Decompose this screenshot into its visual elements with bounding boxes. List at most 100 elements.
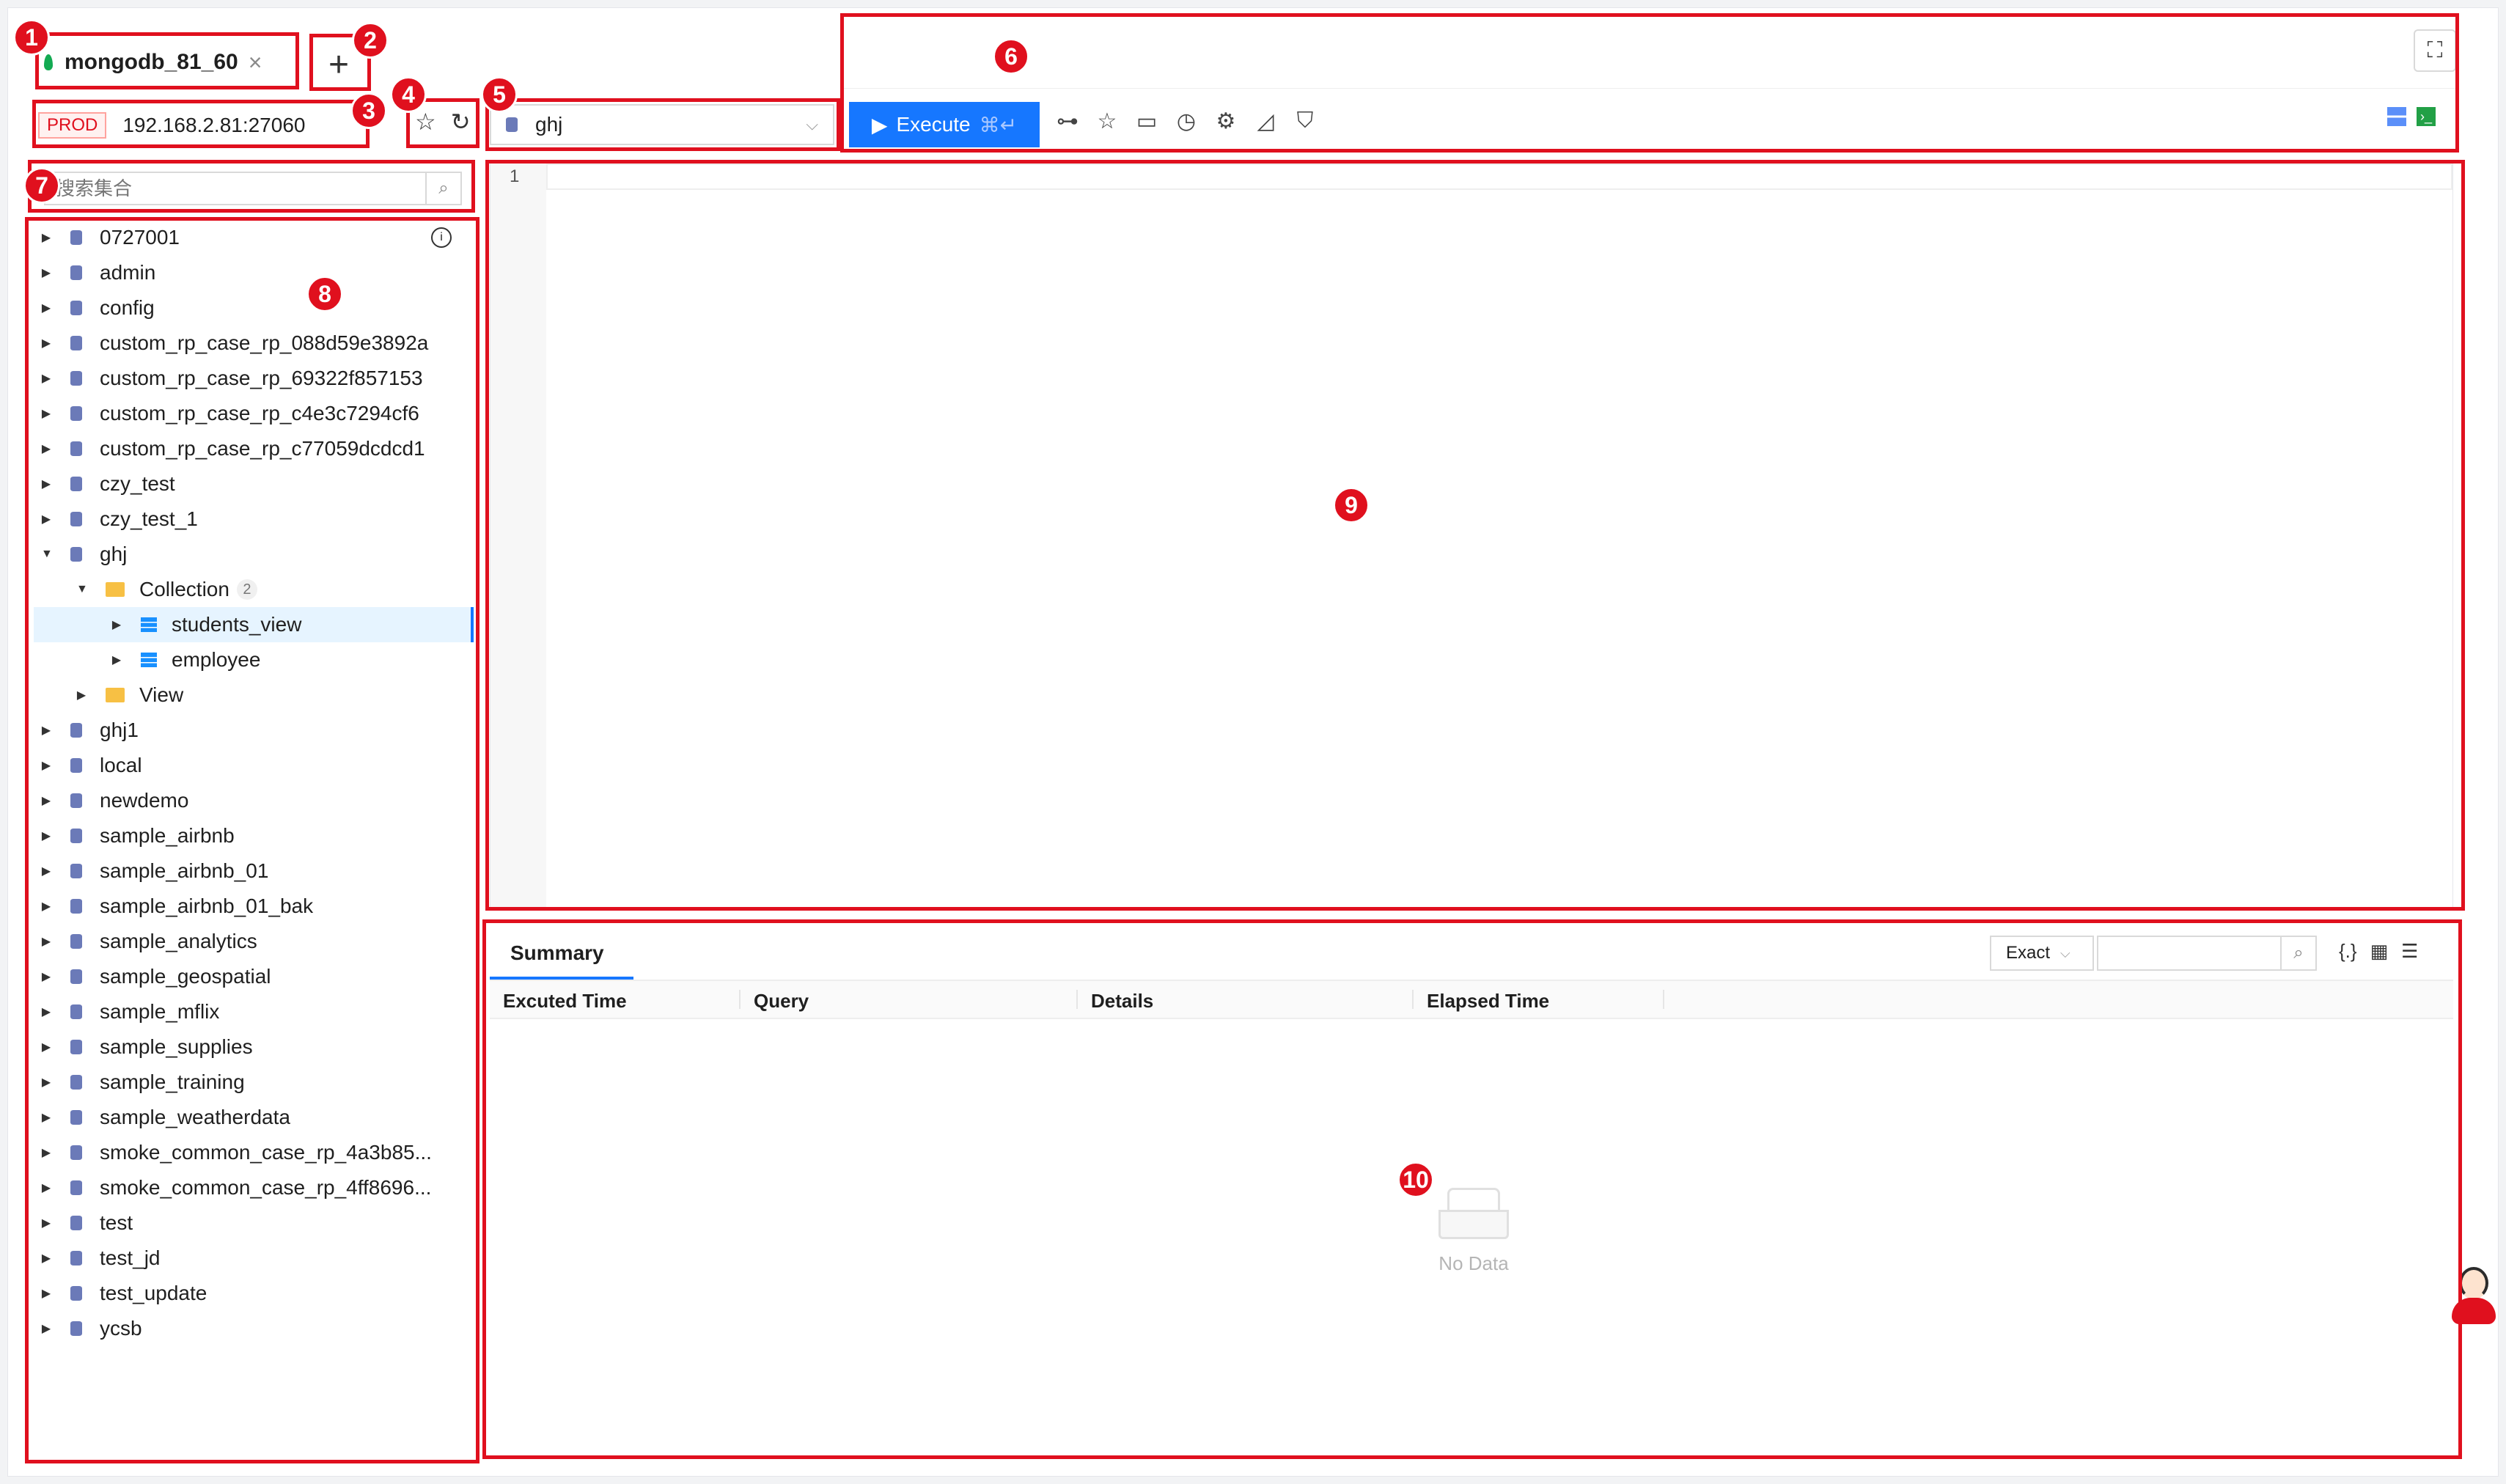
caret-right-icon[interactable]: ▶ <box>41 441 51 456</box>
tree-item[interactable]: ▶ czy_test <box>34 466 474 502</box>
info-icon[interactable]: i <box>431 227 452 248</box>
tree-item[interactable]: ▶ custom_rp_case_rp_69322f857153 <box>34 361 474 396</box>
connection-tab[interactable]: mongodb_81_60 × <box>44 40 262 84</box>
caret-down-icon[interactable]: ▼ <box>76 583 88 596</box>
tree-item[interactable]: ▶ test_jd <box>34 1241 474 1276</box>
tree-item[interactable]: ▶ ghj1 <box>34 713 474 748</box>
list-view-icon[interactable]: ☰ <box>2401 940 2418 963</box>
col-executed-time[interactable]: Excuted Time <box>503 990 627 1013</box>
caret-right-icon[interactable]: ▶ <box>41 1180 51 1195</box>
caret-right-icon[interactable]: ▶ <box>41 829 51 843</box>
caret-right-icon[interactable]: ▶ <box>41 230 51 245</box>
tree-item[interactable]: ▶ custom_rp_case_rp_c4e3c7294cf6 <box>34 396 474 431</box>
tree-item[interactable]: ▶ sample_airbnb_01_bak <box>34 889 474 924</box>
tree-item[interactable]: ▶ 0727001 i <box>34 220 474 255</box>
caret-right-icon[interactable]: ▶ <box>111 653 122 667</box>
tree-item[interactable]: ▶ smoke_common_case_rp_4a3b85... <box>34 1135 474 1170</box>
settings-icon[interactable]: ⚙ <box>1214 109 1238 134</box>
col-elapsed-time[interactable]: Elapsed Time <box>1427 990 1549 1013</box>
fullscreen-button[interactable]: ⛶ <box>2414 29 2456 72</box>
tree-item[interactable]: ▶ sample_airbnb <box>34 818 474 853</box>
table-view-icon[interactable] <box>2387 107 2406 126</box>
tree-item[interactable]: ▶ ycsb <box>34 1311 474 1346</box>
caret-down-icon[interactable]: ▼ <box>41 548 53 561</box>
tree-item[interactable]: ▶ sample_training <box>34 1065 474 1100</box>
chart-icon[interactable]: ◿ <box>1254 109 1277 134</box>
env-tag: PROD <box>38 112 107 139</box>
collection-search-input[interactable] <box>45 176 425 201</box>
database-select[interactable]: ghj ⌵ <box>490 104 834 145</box>
json-view-icon[interactable]: {.} <box>2339 940 2357 963</box>
terminal-icon[interactable]: ›_ <box>2417 107 2436 126</box>
tree-item[interactable]: ▶ test_update <box>34 1276 474 1311</box>
tree-item[interactable]: ▶ sample_geospatial <box>34 959 474 994</box>
tree-item[interactable]: ▶ local <box>34 748 474 783</box>
caret-right-icon[interactable]: ▶ <box>76 688 87 702</box>
caret-right-icon[interactable]: ▶ <box>41 1251 51 1266</box>
close-icon[interactable]: × <box>249 49 262 76</box>
tree-item[interactable]: ▶ czy_test_1 <box>34 502 474 537</box>
caret-right-icon[interactable]: ▶ <box>41 1004 51 1019</box>
caret-right-icon[interactable]: ▶ <box>41 1075 51 1090</box>
caret-right-icon[interactable]: ▶ <box>41 477 51 491</box>
tree-item[interactable]: ▼ Collection 2 <box>34 572 474 607</box>
caret-right-icon[interactable]: ▶ <box>41 512 51 526</box>
tree-item[interactable]: ▼ ghj <box>34 537 474 572</box>
caret-right-icon[interactable]: ▶ <box>41 1216 51 1230</box>
star-icon[interactable]: ☆ <box>415 108 436 136</box>
tree-item[interactable]: ▶ newdemo <box>34 783 474 818</box>
tree-item[interactable]: ▶ smoke_common_case_rp_4ff8696... <box>34 1170 474 1205</box>
search-icon[interactable]: ⌕ <box>425 173 460 204</box>
database-icon <box>70 758 82 773</box>
caret-right-icon[interactable]: ▶ <box>41 1321 51 1336</box>
match-mode-select[interactable]: Exact ⌵ <box>1990 936 2094 971</box>
caret-right-icon[interactable]: ▶ <box>41 1145 51 1160</box>
tree-item[interactable]: ▶ sample_supplies <box>34 1029 474 1065</box>
tree-item[interactable]: ▶ test <box>34 1205 474 1241</box>
history-icon[interactable]: ◷ <box>1175 109 1198 134</box>
tree-item[interactable]: ▶ employee <box>34 642 474 677</box>
caret-right-icon[interactable]: ▶ <box>41 1040 51 1054</box>
caret-right-icon[interactable]: ▶ <box>41 969 51 984</box>
favorite-icon[interactable]: ☆ <box>1095 109 1119 134</box>
col-details[interactable]: Details <box>1091 990 1153 1013</box>
schema-icon[interactable]: ⊶ <box>1056 109 1079 134</box>
caret-right-icon[interactable]: ▶ <box>41 1286 51 1301</box>
caret-right-icon[interactable]: ▶ <box>41 758 51 773</box>
caret-right-icon[interactable]: ▶ <box>41 899 51 914</box>
tree-item[interactable]: ▶ sample_mflix <box>34 994 474 1029</box>
tab-summary[interactable]: Summary <box>510 941 604 965</box>
tree-item[interactable]: ▶ custom_rp_case_rp_088d59e3892a <box>34 326 474 361</box>
caret-right-icon[interactable]: ▶ <box>41 301 51 315</box>
caret-right-icon[interactable]: ▶ <box>41 336 51 350</box>
caret-right-icon[interactable]: ▶ <box>41 406 51 421</box>
tree-item[interactable]: ▶ sample_weatherdata <box>34 1100 474 1135</box>
query-editor[interactable]: 1 <box>490 163 2453 909</box>
caret-right-icon[interactable]: ▶ <box>41 793 51 808</box>
search-icon[interactable]: ⌕ <box>2280 937 2315 969</box>
tree-item[interactable]: ▶ admin <box>34 255 474 290</box>
shield-icon[interactable]: ⛉ <box>1293 109 1317 134</box>
caret-right-icon[interactable]: ▶ <box>111 617 122 632</box>
caret-right-icon[interactable]: ▶ <box>41 864 51 878</box>
tree-item[interactable]: ▶ View <box>34 677 474 713</box>
folder-icon[interactable]: ▭ <box>1135 109 1158 134</box>
tree-item-label: students_view <box>172 613 302 636</box>
refresh-icon[interactable]: ↻ <box>451 108 471 136</box>
grid-view-icon[interactable]: ▦ <box>2370 940 2389 963</box>
results-search-input[interactable]: ⌕ <box>2097 936 2317 971</box>
caret-right-icon[interactable]: ▶ <box>41 371 51 386</box>
execute-button[interactable]: ▶ Execute ⌘↵ <box>849 102 1040 147</box>
tree-item[interactable]: ▶ students_view <box>34 607 474 642</box>
tree-item[interactable]: ▶ sample_analytics <box>34 924 474 959</box>
tree-item[interactable]: ▶ sample_airbnb_01 <box>34 853 474 889</box>
tree-item[interactable]: ▶ custom_rp_case_rp_c77059dcdcd1 <box>34 431 474 466</box>
col-query[interactable]: Query <box>754 990 809 1013</box>
caret-right-icon[interactable]: ▶ <box>41 265 51 280</box>
caret-right-icon[interactable]: ▶ <box>41 934 51 949</box>
current-line[interactable] <box>546 164 2452 190</box>
tree-item[interactable]: ▶ config <box>34 290 474 326</box>
caret-right-icon[interactable]: ▶ <box>41 1110 51 1125</box>
caret-right-icon[interactable]: ▶ <box>41 723 51 738</box>
support-avatar-icon[interactable] <box>2449 1263 2497 1326</box>
